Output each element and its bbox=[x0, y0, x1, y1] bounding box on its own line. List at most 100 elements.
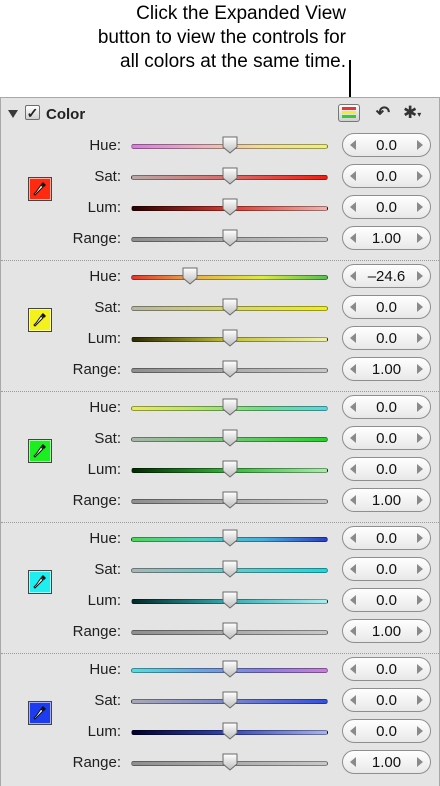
stepper-value[interactable]: –24.6 bbox=[361, 268, 412, 285]
increment-arrow-icon[interactable] bbox=[417, 202, 423, 212]
slider-thumb[interactable] bbox=[222, 198, 238, 216]
value-stepper[interactable]: 1.00 bbox=[342, 357, 431, 381]
decrement-arrow-icon[interactable] bbox=[350, 302, 356, 312]
disclosure-triangle-icon[interactable] bbox=[8, 110, 18, 118]
increment-arrow-icon[interactable] bbox=[417, 664, 423, 674]
decrement-arrow-icon[interactable] bbox=[350, 364, 356, 374]
stepper-value[interactable]: 1.00 bbox=[361, 492, 412, 509]
slider-track[interactable] bbox=[131, 275, 328, 280]
value-stepper[interactable]: 1.00 bbox=[342, 488, 431, 512]
gear-icon[interactable]: ✱▾ bbox=[403, 103, 429, 123]
increment-arrow-icon[interactable] bbox=[417, 695, 423, 705]
slider-thumb[interactable] bbox=[222, 722, 238, 740]
decrement-arrow-icon[interactable] bbox=[350, 271, 356, 281]
stepper-value[interactable]: 0.0 bbox=[361, 299, 412, 316]
value-stepper[interactable]: 0.0 bbox=[342, 326, 431, 350]
increment-arrow-icon[interactable] bbox=[417, 495, 423, 505]
increment-arrow-icon[interactable] bbox=[417, 433, 423, 443]
stepper-value[interactable]: 1.00 bbox=[361, 623, 412, 640]
value-stepper[interactable]: 0.0 bbox=[342, 133, 431, 157]
stepper-value[interactable]: 1.00 bbox=[361, 361, 412, 378]
increment-arrow-icon[interactable] bbox=[417, 271, 423, 281]
decrement-arrow-icon[interactable] bbox=[350, 140, 356, 150]
decrement-arrow-icon[interactable] bbox=[350, 495, 356, 505]
slider-thumb[interactable] bbox=[222, 460, 238, 478]
reset-arrow-icon[interactable]: ↶ bbox=[374, 104, 392, 122]
slider-thumb[interactable] bbox=[222, 167, 238, 185]
decrement-arrow-icon[interactable] bbox=[350, 433, 356, 443]
slider-thumb[interactable] bbox=[222, 560, 238, 578]
decrement-arrow-icon[interactable] bbox=[350, 726, 356, 736]
slider-thumb[interactable] bbox=[182, 267, 198, 285]
increment-arrow-icon[interactable] bbox=[417, 333, 423, 343]
color-enable-checkbox[interactable]: ✓ bbox=[25, 105, 40, 120]
value-stepper[interactable]: 0.0 bbox=[342, 526, 431, 550]
increment-arrow-icon[interactable] bbox=[417, 140, 423, 150]
slider-thumb[interactable] bbox=[222, 329, 238, 347]
increment-arrow-icon[interactable] bbox=[417, 364, 423, 374]
slider-thumb[interactable] bbox=[222, 660, 238, 678]
value-stepper[interactable]: 0.0 bbox=[342, 657, 431, 681]
decrement-arrow-icon[interactable] bbox=[350, 333, 356, 343]
increment-arrow-icon[interactable] bbox=[417, 464, 423, 474]
slider-thumb[interactable] bbox=[222, 622, 238, 640]
slider-thumb[interactable] bbox=[222, 691, 238, 709]
increment-arrow-icon[interactable] bbox=[417, 402, 423, 412]
slider-thumb[interactable] bbox=[222, 229, 238, 247]
value-stepper[interactable]: 0.0 bbox=[342, 426, 431, 450]
stepper-value[interactable]: 0.0 bbox=[361, 199, 412, 216]
stepper-value[interactable]: 1.00 bbox=[361, 230, 412, 247]
decrement-arrow-icon[interactable] bbox=[350, 402, 356, 412]
slider-thumb[interactable] bbox=[222, 591, 238, 609]
value-stepper[interactable]: 0.0 bbox=[342, 395, 431, 419]
slider-thumb[interactable] bbox=[222, 136, 238, 154]
increment-arrow-icon[interactable] bbox=[417, 726, 423, 736]
stepper-value[interactable]: 0.0 bbox=[361, 168, 412, 185]
decrement-arrow-icon[interactable] bbox=[350, 595, 356, 605]
decrement-arrow-icon[interactable] bbox=[350, 202, 356, 212]
stepper-value[interactable]: 0.0 bbox=[361, 692, 412, 709]
decrement-arrow-icon[interactable] bbox=[350, 533, 356, 543]
stepper-value[interactable]: 1.00 bbox=[361, 754, 412, 771]
decrement-arrow-icon[interactable] bbox=[350, 757, 356, 767]
increment-arrow-icon[interactable] bbox=[417, 533, 423, 543]
decrement-arrow-icon[interactable] bbox=[350, 695, 356, 705]
value-stepper[interactable]: 0.0 bbox=[342, 719, 431, 743]
increment-arrow-icon[interactable] bbox=[417, 302, 423, 312]
value-stepper[interactable]: 0.0 bbox=[342, 688, 431, 712]
increment-arrow-icon[interactable] bbox=[417, 757, 423, 767]
value-stepper[interactable]: 0.0 bbox=[342, 588, 431, 612]
value-stepper[interactable]: 1.00 bbox=[342, 619, 431, 643]
slider-thumb[interactable] bbox=[222, 529, 238, 547]
stepper-value[interactable]: 0.0 bbox=[361, 330, 412, 347]
decrement-arrow-icon[interactable] bbox=[350, 464, 356, 474]
value-stepper[interactable]: 0.0 bbox=[342, 457, 431, 481]
stepper-value[interactable]: 0.0 bbox=[361, 399, 412, 416]
decrement-arrow-icon[interactable] bbox=[350, 233, 356, 243]
value-stepper[interactable]: 0.0 bbox=[342, 557, 431, 581]
increment-arrow-icon[interactable] bbox=[417, 233, 423, 243]
expanded-view-button[interactable] bbox=[338, 104, 360, 122]
increment-arrow-icon[interactable] bbox=[417, 171, 423, 181]
stepper-value[interactable]: 0.0 bbox=[361, 461, 412, 478]
value-stepper[interactable]: 0.0 bbox=[342, 295, 431, 319]
decrement-arrow-icon[interactable] bbox=[350, 626, 356, 636]
increment-arrow-icon[interactable] bbox=[417, 564, 423, 574]
increment-arrow-icon[interactable] bbox=[417, 595, 423, 605]
value-stepper[interactable]: 0.0 bbox=[342, 164, 431, 188]
stepper-value[interactable]: 0.0 bbox=[361, 561, 412, 578]
value-stepper[interactable]: 0.0 bbox=[342, 195, 431, 219]
decrement-arrow-icon[interactable] bbox=[350, 171, 356, 181]
slider-thumb[interactable] bbox=[222, 491, 238, 509]
stepper-value[interactable]: 0.0 bbox=[361, 430, 412, 447]
value-stepper[interactable]: 1.00 bbox=[342, 226, 431, 250]
value-stepper[interactable]: 1.00 bbox=[342, 750, 431, 774]
stepper-value[interactable]: 0.0 bbox=[361, 530, 412, 547]
slider-thumb[interactable] bbox=[222, 298, 238, 316]
stepper-value[interactable]: 0.0 bbox=[361, 592, 412, 609]
decrement-arrow-icon[interactable] bbox=[350, 564, 356, 574]
stepper-value[interactable]: 0.0 bbox=[361, 723, 412, 740]
increment-arrow-icon[interactable] bbox=[417, 626, 423, 636]
slider-thumb[interactable] bbox=[222, 429, 238, 447]
slider-thumb[interactable] bbox=[222, 360, 238, 378]
